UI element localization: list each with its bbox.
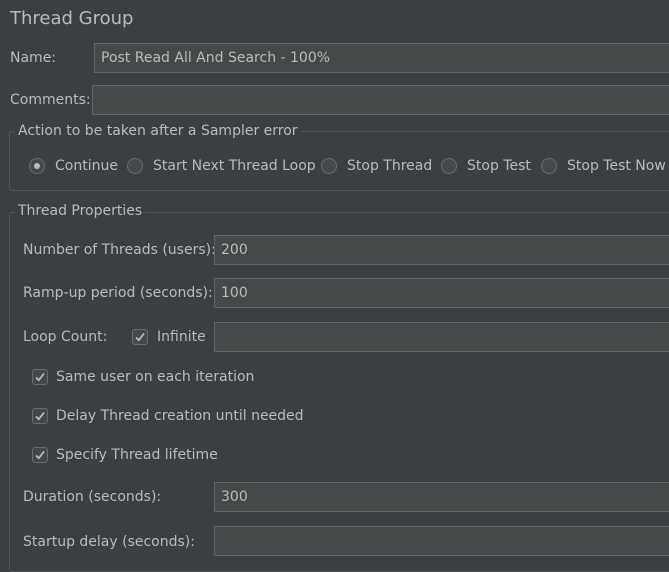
startup-delay-input[interactable] [214,526,669,556]
delay-thread-creation-label[interactable]: Delay Thread creation until needed [56,408,304,424]
comments-label: Comments: [10,92,91,108]
duration-input[interactable] [214,482,669,512]
num-threads-label: Number of Threads (users): [23,242,216,258]
comments-input[interactable] [92,85,669,115]
thread-properties-group [9,212,669,572]
page-title: Thread Group [10,8,134,29]
stop-test-now-label[interactable]: Stop Test Now [567,158,666,174]
checkmark-icon [135,332,145,342]
specify-thread-lifetime-checkbox[interactable] [32,447,48,463]
same-user-label[interactable]: Same user on each iteration [56,369,254,385]
sampler-error-group-title: Action to be taken after a Sampler error [15,123,301,139]
name-label: Name: [10,50,57,66]
start-next-thread-loop-radio[interactable] [127,158,143,174]
ramp-up-input[interactable] [214,278,669,308]
infinite-label[interactable]: Infinite [157,329,206,345]
stop-thread-label[interactable]: Stop Thread [347,158,432,174]
continue-radio-label[interactable]: Continue [55,158,118,174]
loop-count-label: Loop Count: [23,329,108,345]
ramp-up-label: Ramp-up period (seconds): [23,285,213,301]
specify-thread-lifetime-label[interactable]: Specify Thread lifetime [56,447,218,463]
checkmark-icon [35,450,45,460]
thread-properties-group-title: Thread Properties [15,203,146,219]
stop-test-label[interactable]: Stop Test [467,158,531,174]
stop-test-radio[interactable] [441,158,457,174]
loop-count-input[interactable] [214,322,669,352]
checkmark-icon [35,372,45,382]
name-input[interactable] [94,43,669,73]
same-user-checkbox[interactable] [32,369,48,385]
delay-thread-creation-checkbox[interactable] [32,408,48,424]
duration-label: Duration (seconds): [23,489,162,505]
start-next-thread-loop-label[interactable]: Start Next Thread Loop [153,158,316,174]
continue-radio[interactable] [29,158,45,174]
infinite-checkbox[interactable] [132,329,148,345]
num-threads-input[interactable] [214,235,669,265]
startup-delay-label: Startup delay (seconds): [23,534,195,550]
checkmark-icon [35,411,45,421]
stop-test-now-radio[interactable] [541,158,557,174]
stop-thread-radio[interactable] [321,158,337,174]
